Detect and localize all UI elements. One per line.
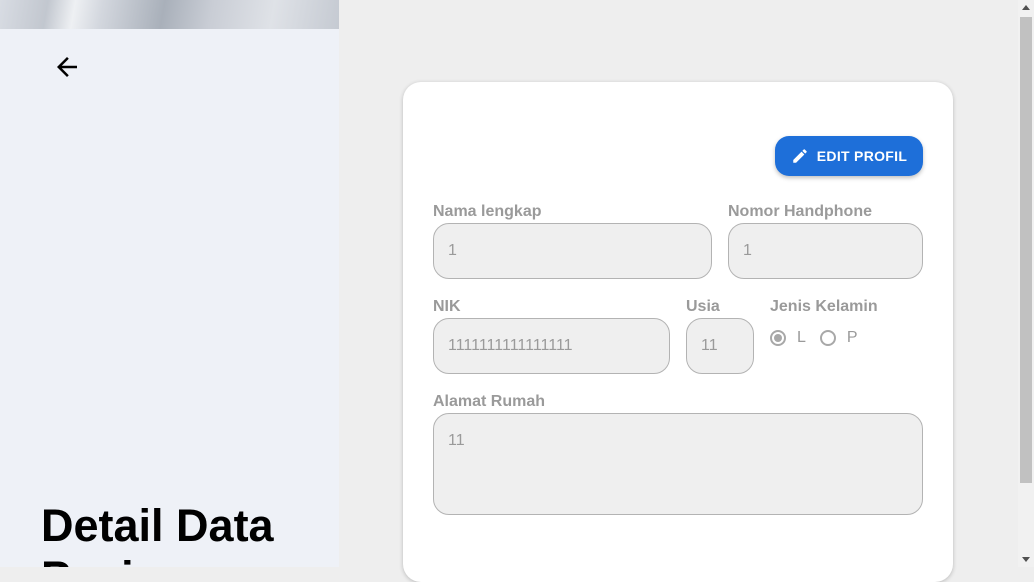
age-label: Usia	[686, 298, 720, 315]
address-field[interactable]: 11	[433, 413, 923, 515]
phone-field[interactable]	[728, 223, 923, 279]
gender-option-label: P	[846, 329, 858, 346]
edit-profile-button[interactable]: EDIT PROFIL	[775, 136, 923, 176]
scroll-down-icon[interactable]	[1022, 557, 1030, 562]
gender-option-label: L	[797, 329, 806, 346]
vertical-scrollbar[interactable]	[1018, 0, 1034, 567]
scroll-up-icon[interactable]	[1022, 5, 1030, 10]
full-name-field[interactable]	[433, 223, 712, 279]
nik-field[interactable]	[433, 318, 670, 374]
phone-label: Nomor Handphone	[728, 203, 872, 220]
age-field[interactable]	[686, 318, 754, 374]
patient-detail-card: EDIT PROFIL Nama lengkap Nomor Handphone…	[403, 82, 953, 582]
nik-label: NIK	[433, 298, 461, 315]
gender-radio-p[interactable]	[819, 330, 836, 346]
full-name-label: Nama lengkap	[433, 203, 542, 220]
left-panel: Detail Data Pasien	[0, 0, 339, 567]
gender-radio-l[interactable]	[770, 330, 786, 346]
address-label: Alamat Rumah	[433, 393, 546, 410]
pencil-icon	[793, 149, 807, 163]
gender-label: Jenis Kelamin	[770, 298, 878, 315]
back-button[interactable]	[50, 50, 84, 84]
gender-radio-group: L P	[770, 329, 858, 347]
hero-image	[0, 0, 339, 29]
edit-profile-label: EDIT PROFIL	[816, 148, 908, 164]
page-title: Detail Data Pasien	[41, 500, 274, 567]
scrollbar-thumb[interactable]	[1020, 17, 1032, 483]
arrow-left-icon	[57, 57, 77, 77]
